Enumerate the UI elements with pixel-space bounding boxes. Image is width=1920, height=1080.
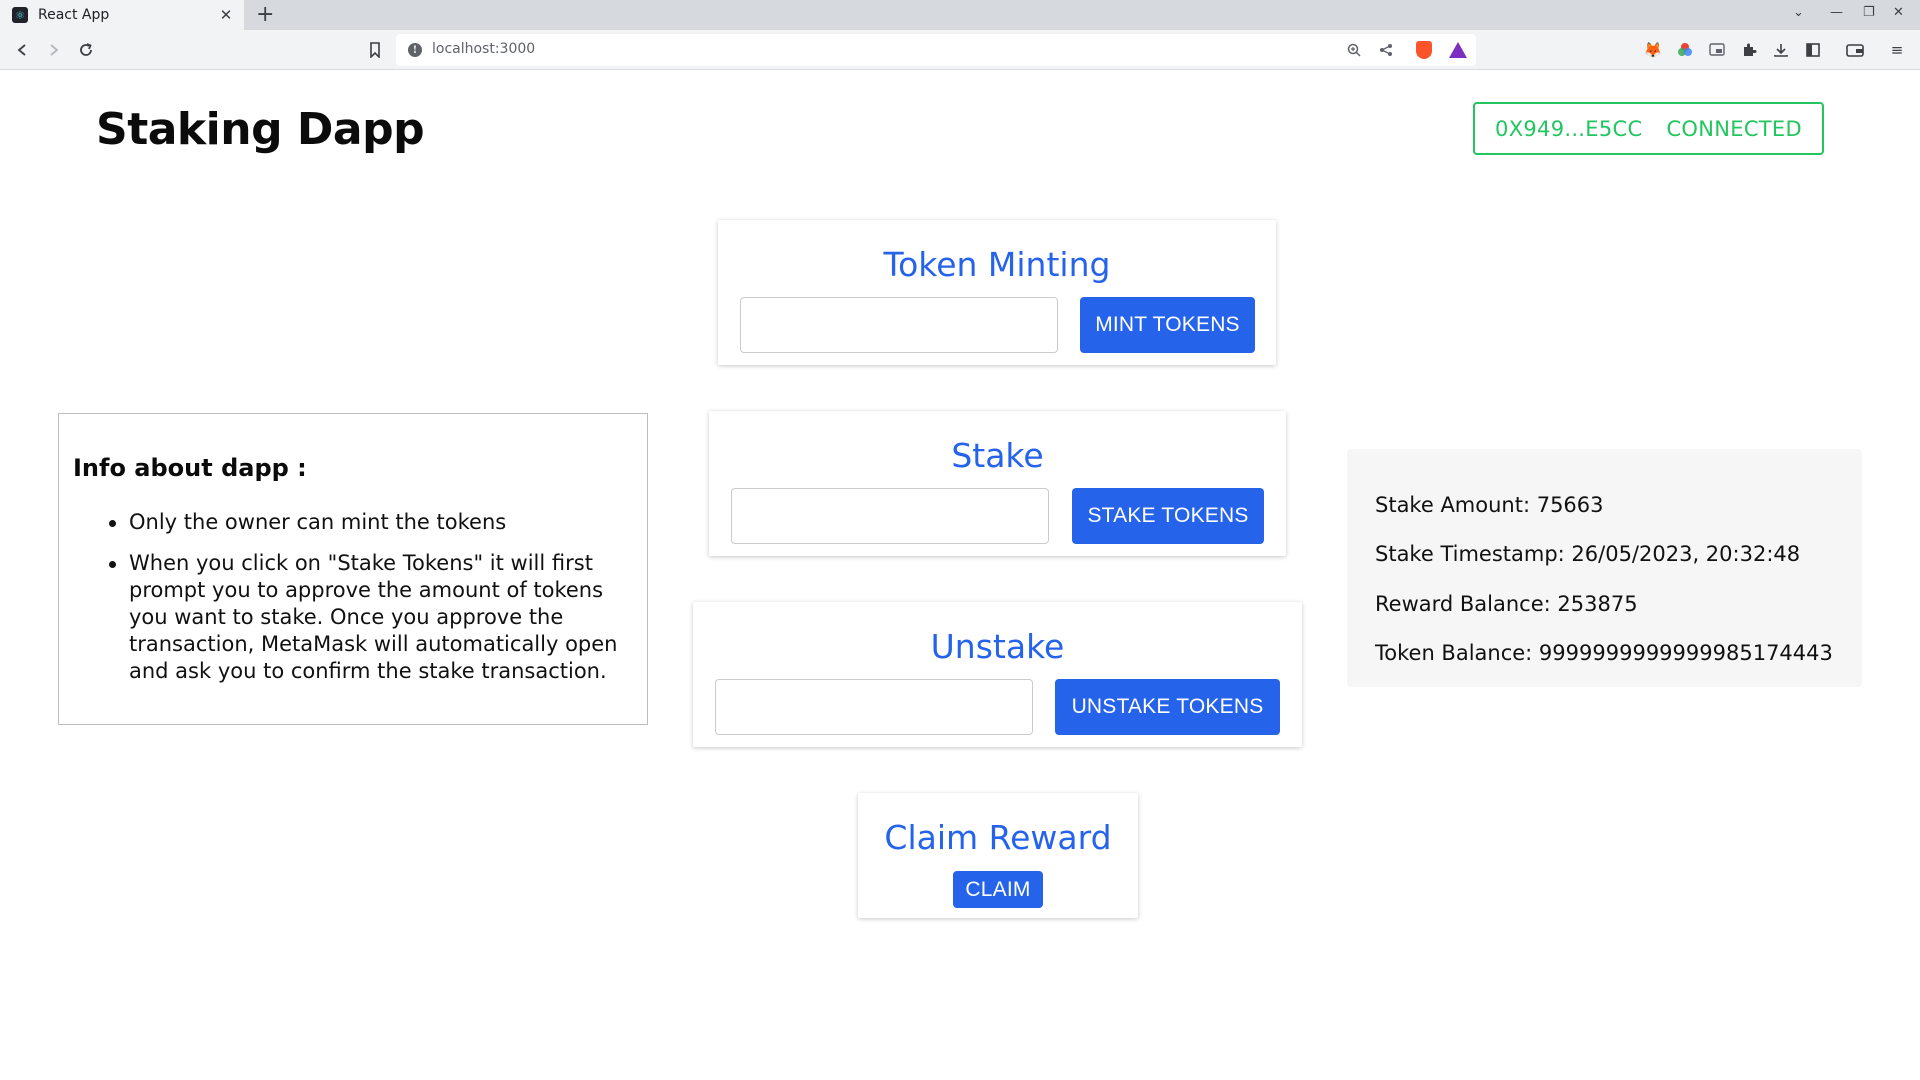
unstake-card: Unstake UNSTAKE TOKENS	[693, 602, 1302, 747]
claim-card: Claim Reward CLAIM	[858, 793, 1138, 918]
mint-card-title: Token Minting	[883, 245, 1111, 284]
address-bar[interactable]: ! localhost:3000	[396, 34, 1476, 66]
info-item: Only the owner can mint the tokens	[109, 509, 629, 536]
wallet-connect-button[interactable]: 0X949...E5CC CONNECTED	[1473, 102, 1824, 155]
info-title: Info about dapp :	[73, 454, 307, 482]
reload-icon[interactable]	[74, 38, 98, 62]
mint-tokens-button[interactable]: MINT TOKENS	[1080, 297, 1255, 353]
stats-panel: Stake Amount: 75663 Stake Timestamp: 26/…	[1347, 449, 1862, 687]
new-tab-icon[interactable]: +	[256, 3, 274, 27]
stake-amount: Stake Amount: 75663	[1375, 493, 1604, 517]
zoom-icon[interactable]	[1344, 40, 1364, 60]
bookmark-icon[interactable]	[366, 38, 384, 62]
brave-rewards-icon[interactable]	[1448, 40, 1468, 60]
mint-amount-input[interactable]	[740, 297, 1058, 353]
stake-timestamp: Stake Timestamp: 26/05/2023, 20:32:48	[1375, 542, 1801, 566]
stake-card: Stake STAKE TOKENS	[709, 411, 1286, 556]
puzzle-icon[interactable]	[1739, 40, 1759, 60]
forward-icon[interactable]	[42, 38, 66, 62]
page-content: Staking Dapp 0X949...E5CC CONNECTED Toke…	[0, 71, 1920, 1080]
claim-card-title: Claim Reward	[884, 818, 1112, 857]
react-favicon-icon: ⚛	[12, 7, 28, 23]
color-extension-icon[interactable]	[1675, 40, 1695, 60]
tab-search-icon[interactable]: ⌄	[1793, 5, 1804, 20]
wallet-icon[interactable]	[1845, 40, 1865, 60]
browser-toolbar: ! localhost:3000 🦊 ≡	[0, 30, 1920, 70]
unstake-amount-input[interactable]	[715, 679, 1033, 735]
wallet-status: CONNECTED	[1666, 116, 1802, 141]
claim-button[interactable]: CLAIM	[953, 871, 1043, 908]
unstake-tokens-button[interactable]: UNSTAKE TOKENS	[1055, 679, 1280, 735]
url-text[interactable]: localhost:3000	[432, 41, 535, 57]
mint-card: Token Minting MINT TOKENS	[718, 220, 1276, 365]
tab-title: React App	[38, 7, 110, 23]
tab-close-icon[interactable]: ✕	[216, 6, 236, 24]
page-title: Staking Dapp	[96, 104, 425, 155]
unstake-card-title: Unstake	[930, 627, 1065, 666]
info-item: When you click on "Stake Tokens" it will…	[109, 550, 629, 685]
stake-tokens-button[interactable]: STAKE TOKENS	[1072, 488, 1264, 544]
restore-icon[interactable]: ❐	[1863, 5, 1875, 20]
wallet-address: 0X949...E5CC	[1495, 116, 1643, 141]
token-balance: Token Balance: 9999999999999985174443	[1375, 641, 1833, 665]
stake-card-title: Stake	[951, 436, 1044, 475]
share-icon[interactable]	[1376, 40, 1396, 60]
back-icon[interactable]	[10, 38, 34, 62]
minimize-icon[interactable]: —	[1830, 5, 1843, 20]
info-list: Only the owner can mint the tokens When …	[109, 509, 629, 699]
browser-tab-bar: ⚛ React App ✕ + ⌄ — ❐ ✕	[0, 0, 1920, 30]
sidebar-icon[interactable]	[1803, 40, 1823, 60]
browser-tab[interactable]: ⚛ React App ✕	[0, 0, 244, 30]
menu-icon[interactable]: ≡	[1887, 40, 1907, 60]
window-close-icon[interactable]: ✕	[1893, 5, 1904, 20]
cast-icon[interactable]	[1707, 40, 1727, 60]
metamask-icon[interactable]: 🦊	[1643, 40, 1663, 60]
download-icon[interactable]	[1771, 40, 1791, 60]
stake-amount-input[interactable]	[731, 488, 1049, 544]
reward-balance: Reward Balance: 253875	[1375, 592, 1638, 616]
info-icon[interactable]: !	[408, 43, 422, 57]
info-panel: Info about dapp : Only the owner can min…	[58, 413, 648, 725]
brave-shields-icon[interactable]	[1414, 40, 1434, 60]
